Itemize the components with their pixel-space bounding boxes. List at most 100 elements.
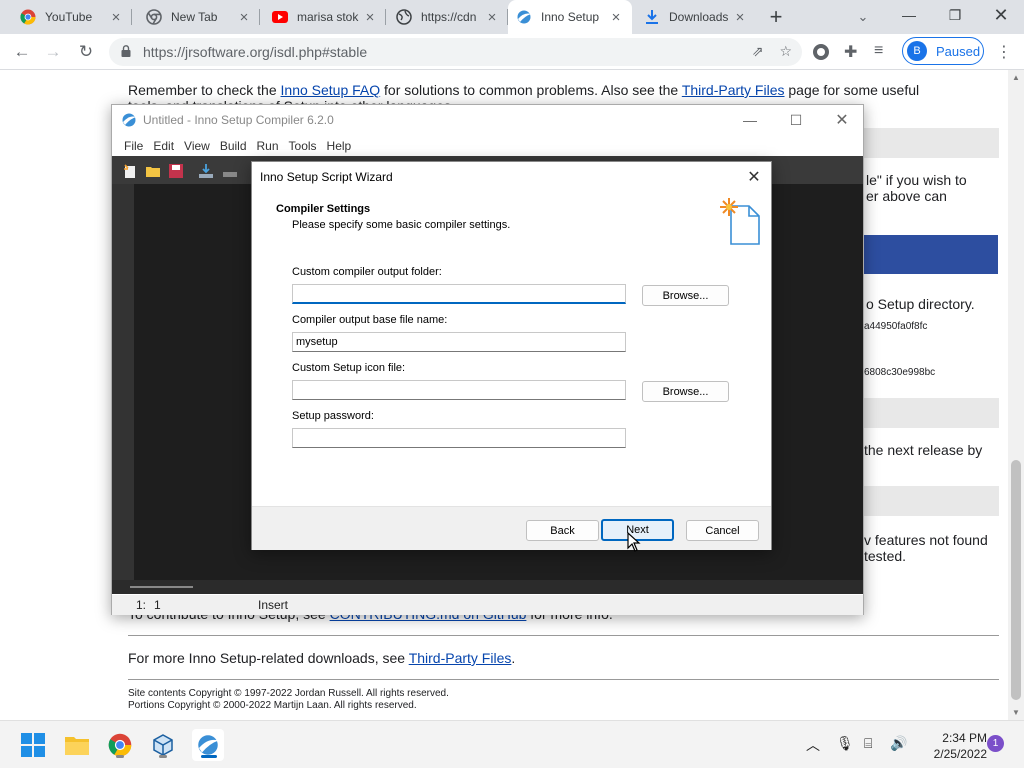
star-icon[interactable]: ☆: [779, 43, 792, 60]
scroll-down-icon[interactable]: ▼: [1012, 708, 1020, 717]
close-icon[interactable]: ×: [236, 9, 252, 26]
icon-file-input[interactable]: [292, 380, 626, 400]
tab-title: New Tab: [171, 10, 218, 24]
tab-downloads[interactable]: Downloads ×: [636, 0, 756, 34]
page-text: tested.: [864, 548, 907, 564]
base-name-label: Compiler output base file name:: [292, 314, 448, 326]
close-icon[interactable]: ×: [732, 9, 748, 26]
minimize-button[interactable]: —: [727, 105, 773, 135]
menu-dots-icon[interactable]: ⋮: [996, 42, 1012, 62]
microphone-icon[interactable]: 🎙: [836, 735, 854, 752]
compile-icon[interactable]: [198, 163, 214, 179]
tab-cdn[interactable]: https://cdn ×: [388, 0, 508, 34]
maximize-button[interactable]: ☐: [773, 105, 819, 135]
chrome-taskbar-button[interactable]: [104, 729, 136, 761]
base-name-input[interactable]: [292, 332, 626, 352]
tab-title: YouTube: [45, 10, 93, 24]
profile-button[interactable]: B Paused: [902, 37, 984, 65]
close-icon[interactable]: ✕: [743, 166, 765, 188]
new-tab-button[interactable]: +: [763, 4, 789, 29]
forward-arrow-icon[interactable]: →: [40, 39, 66, 65]
hash-text: a44950fa0f8fc: [864, 321, 928, 332]
page-paragraph: Remember to check the Inno Setup FAQ for…: [128, 82, 920, 98]
clock-date: 2/25/2022: [933, 747, 987, 761]
start-button[interactable]: [17, 729, 49, 761]
browse-icon-file-button[interactable]: Browse...: [642, 381, 729, 402]
cube-icon: [153, 734, 173, 756]
stop-compile-icon[interactable]: [222, 163, 238, 179]
menu-run[interactable]: Run: [252, 139, 284, 153]
notification-badge[interactable]: 1: [987, 735, 1004, 752]
page-text: le" if you wish to: [866, 172, 967, 188]
clock-time: 2:34 PM: [942, 731, 987, 745]
inno-setup-icon: [121, 112, 137, 128]
open-folder-icon[interactable]: [145, 163, 161, 179]
tab-new-tab[interactable]: New Tab ×: [138, 0, 260, 34]
chevron-down-icon[interactable]: ⌄: [852, 6, 874, 28]
tab-youtube[interactable]: YouTube ×: [12, 0, 132, 34]
copyright-text: Portions Copyright © 2000-2022 Martijn L…: [128, 700, 417, 711]
running-indicator: [159, 755, 167, 758]
status-mode: Insert: [258, 598, 289, 612]
share-icon[interactable]: ⇗: [752, 43, 764, 60]
restore-button[interactable]: ❐: [932, 0, 978, 30]
scrollbar-thumb[interactable]: [1011, 460, 1021, 700]
file-explorer-button[interactable]: [61, 729, 93, 761]
table-header-band: [864, 486, 999, 516]
menu-file[interactable]: File: [119, 139, 148, 153]
page-text: the next release by: [864, 442, 983, 458]
browse-output-folder-button[interactable]: Browse...: [642, 285, 729, 306]
menu-view[interactable]: View: [179, 139, 215, 153]
scroll-up-icon[interactable]: ▲: [1012, 73, 1020, 82]
url-text[interactable]: https://jrsoftware.org/isdl.php#stable: [143, 44, 367, 60]
tab-inno-setup[interactable]: Inno Setup ×: [508, 0, 632, 34]
chevron-up-icon[interactable]: ︿: [806, 735, 820, 755]
inno-setup-taskbar-button[interactable]: [192, 729, 224, 761]
minimize-button[interactable]: —: [886, 0, 932, 30]
third-party-link[interactable]: Third-Party Files: [409, 650, 512, 666]
media-control-icon[interactable]: ≡: [874, 42, 883, 60]
scrollbar-thumb[interactable]: [130, 586, 193, 588]
close-window-button[interactable]: ✕: [978, 0, 1024, 30]
compiler-title: Untitled - Inno Setup Compiler 6.2.0: [143, 113, 334, 127]
close-icon[interactable]: ×: [484, 9, 500, 26]
browser-tab-strip: YouTube × New Tab × marisa stok × https:…: [0, 0, 1024, 34]
inno-setup-icon: [198, 735, 219, 755]
address-bar[interactable]: https://jrsoftware.org/isdl.php#stable ⇗…: [109, 38, 802, 66]
chrome-icon: [108, 733, 132, 757]
back-arrow-icon[interactable]: ←: [9, 39, 35, 65]
status-line: 1:: [136, 598, 147, 612]
faq-link[interactable]: Inno Setup FAQ: [281, 82, 381, 98]
browser-toolbar: ← → ↻ https://jrsoftware.org/isdl.php#st…: [0, 34, 1024, 70]
reload-icon[interactable]: ↻: [73, 39, 99, 65]
close-icon[interactable]: ×: [608, 9, 624, 26]
cancel-button[interactable]: Cancel: [686, 520, 759, 541]
close-icon[interactable]: ×: [108, 9, 124, 26]
menu-tools[interactable]: Tools: [284, 139, 322, 153]
menu-build[interactable]: Build: [215, 139, 252, 153]
download-icon: [644, 9, 660, 25]
virtualbox-button[interactable]: [147, 729, 179, 761]
clock[interactable]: 2:34 PM 2/25/2022: [905, 730, 987, 762]
password-input[interactable]: [292, 428, 626, 448]
new-file-icon[interactable]: [122, 163, 138, 179]
third-party-link[interactable]: Third-Party Files: [682, 82, 785, 98]
section-subheading: Please specify some basic compiler setti…: [292, 219, 511, 231]
lock-icon[interactable]: [121, 44, 131, 60]
tab-marisa[interactable]: marisa stok ×: [264, 0, 386, 34]
windows-taskbar: ︿ 🎙 ⌸ 🔊 2:34 PM 2/25/2022: [0, 720, 1024, 768]
save-icon[interactable]: [168, 163, 184, 179]
divider: [128, 635, 999, 636]
editor-horizontal-scrollbar[interactable]: [112, 580, 863, 594]
close-window-button[interactable]: ✕: [819, 105, 865, 135]
extension-icon[interactable]: [812, 43, 830, 61]
menu-help[interactable]: Help: [322, 139, 357, 153]
output-folder-input[interactable]: [292, 284, 626, 304]
menu-edit[interactable]: Edit: [148, 139, 179, 153]
puzzle-icon[interactable]: ✚: [844, 42, 857, 62]
close-icon[interactable]: ×: [362, 9, 378, 26]
page-text: v features not found: [864, 532, 988, 548]
back-button[interactable]: Back: [526, 520, 599, 541]
output-folder-label: Custom compiler output folder:: [292, 266, 442, 278]
network-icon[interactable]: ⌸: [864, 735, 872, 752]
